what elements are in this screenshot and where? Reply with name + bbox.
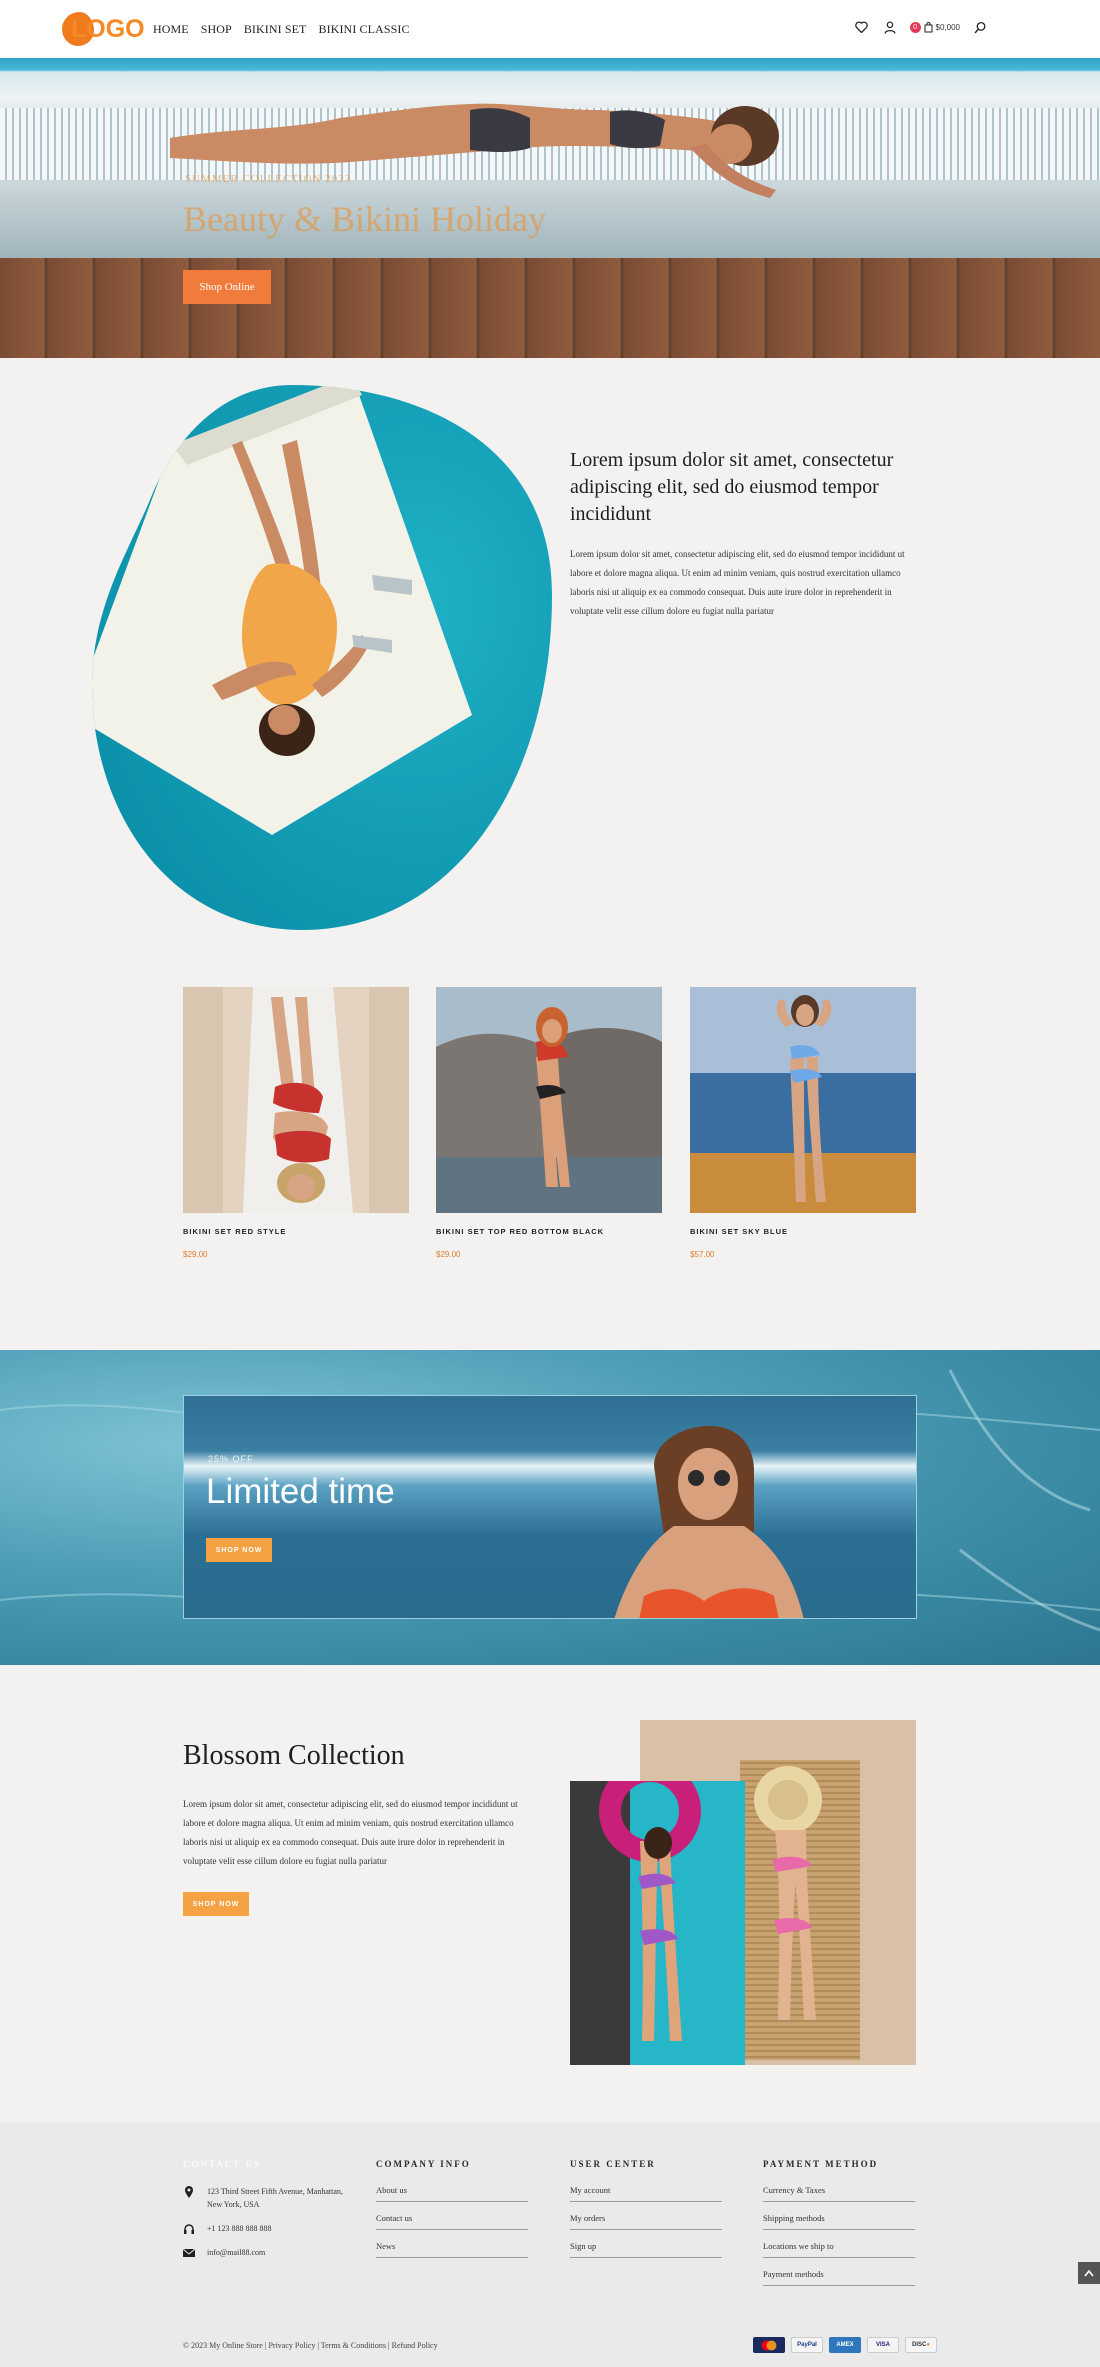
- promo-woman-image: [614, 1426, 804, 1618]
- intro-body: Lorem ipsum dolor sit amet, consectetur …: [570, 549, 905, 616]
- product-price: $29.00: [436, 1250, 461, 1259]
- promo-banner: 25% OFF Limited time SHOP NOW: [0, 1350, 1100, 1665]
- hero-subtitle: SUMMER COLLECTION 2023: [185, 173, 352, 185]
- footer-link-sign-up[interactable]: Sign up: [570, 2241, 722, 2258]
- footer-user-center-column: USER CENTER My account My orders Sign up: [570, 2159, 722, 2269]
- visa-icon: VISA: [867, 2337, 899, 2353]
- footer-link-contact-us[interactable]: Contact us: [376, 2213, 528, 2230]
- product-image[interactable]: [436, 987, 662, 1213]
- footer-link-shipping-methods[interactable]: Shipping methods: [763, 2213, 915, 2230]
- footer-company-column: COMPANY INFO About us Contact us News: [376, 2159, 528, 2269]
- blossom-body: Lorem ipsum dolor sit amet, consectetur …: [183, 1799, 518, 1866]
- location-pin-icon: [185, 2186, 193, 2198]
- product-price: $57.00: [690, 1250, 715, 1259]
- footer-payment-column: PAYMENT METHOD Currency & Taxes Shipping…: [763, 2159, 915, 2297]
- footer-user-center-heading: USER CENTER: [570, 2159, 656, 2169]
- nav-bikini-set[interactable]: BIKINI SET: [244, 22, 307, 37]
- hero-banner: SUMMER COLLECTION 2023 Beauty & Bikini H…: [0, 58, 1100, 358]
- blossom-pool-float-image: [570, 1781, 745, 2065]
- copyright-text: © 2023 My Online Store | Privacy Policy …: [183, 2341, 438, 2350]
- footer-contact-column: CONTACT US 123 Third Street Fifth Avenue…: [183, 2159, 347, 2270]
- promo-shop-now-button[interactable]: SHOP NOW: [206, 1538, 272, 1562]
- nav-bikini-classic[interactable]: BIKINI CLASSIC: [319, 22, 410, 37]
- site-logo[interactable]: LOGO: [62, 12, 145, 46]
- main-nav: HOME SHOP BIKINI SET BIKINI CLASSIC: [153, 22, 410, 37]
- mastercard-icon: [753, 2337, 785, 2353]
- chevron-up-icon: [1084, 2269, 1094, 2277]
- footer-company-heading: COMPANY INFO: [376, 2159, 471, 2169]
- cart-total: $0,000: [935, 22, 960, 32]
- product-card[interactable]: BIKINI SET TOP RED BOTTOM BLACK $29.00: [436, 987, 662, 1259]
- shop-online-button[interactable]: Shop Online: [183, 270, 271, 304]
- site-header: LOGO HOME SHOP BIKINI SET BIKINI CLASSIC…: [0, 0, 1100, 58]
- product-name[interactable]: BIKINI SET SKY BLUE: [690, 1227, 916, 1236]
- contact-phone: +1 123 888 888 888: [183, 2222, 347, 2235]
- contact-email: info@mail88.com: [183, 2246, 347, 2259]
- hero-wood-deck: [0, 258, 1100, 358]
- search-icon[interactable]: [972, 19, 988, 35]
- hero-title: Beauty & Bikini Holiday: [183, 199, 546, 239]
- site-footer: CONTACT US 123 Third Street Fifth Avenue…: [0, 2123, 1100, 2367]
- cart-icon: [924, 21, 933, 32]
- intro-title: Lorem ipsum dolor sit amet, consectetur …: [570, 449, 894, 525]
- footer-link-payment-methods[interactable]: Payment methods: [763, 2269, 915, 2286]
- footer-contact-heading: CONTACT US: [183, 2159, 261, 2169]
- footer-link-my-orders[interactable]: My orders: [570, 2213, 722, 2230]
- footer-link-about-us[interactable]: About us: [376, 2185, 528, 2202]
- contact-email-text[interactable]: info@mail88.com: [207, 2246, 265, 2259]
- product-image[interactable]: [183, 987, 409, 1213]
- logo-text: LOGO: [71, 15, 145, 43]
- scroll-to-top-button[interactable]: [1078, 2262, 1100, 2284]
- product-card[interactable]: BIKINI SET SKY BLUE $57.00: [690, 987, 916, 1259]
- contact-address-text: 123 Third Street Fifth Avenue, Manhattan…: [207, 2187, 343, 2209]
- cart-count-badge: 0: [909, 21, 921, 33]
- product-name[interactable]: BIKINI SET RED STYLE: [183, 1227, 409, 1236]
- paypal-icon: PayPal: [791, 2337, 823, 2353]
- footer-link-my-account[interactable]: My account: [570, 2185, 722, 2202]
- contact-address: 123 Third Street Fifth Avenue, Manhattan…: [183, 2185, 347, 2211]
- nav-shop[interactable]: SHOP: [201, 22, 232, 37]
- discover-icon: DISC ●: [905, 2337, 937, 2353]
- header-actions: 0 $0,000: [854, 19, 988, 35]
- contact-phone-text[interactable]: +1 123 888 888 888: [207, 2222, 272, 2235]
- heart-icon[interactable]: [854, 19, 870, 35]
- envelope-icon: [183, 2248, 195, 2257]
- promo-discount: 25% OFF: [208, 1454, 254, 1464]
- blossom-shop-now-button[interactable]: SHOP NOW: [183, 1892, 249, 1916]
- amex-icon: AMEX: [829, 2337, 861, 2353]
- footer-link-locations[interactable]: Locations we ship to: [763, 2241, 915, 2258]
- intro-pool-image: [92, 385, 552, 930]
- footer-link-currency-taxes[interactable]: Currency & Taxes: [763, 2185, 915, 2202]
- payment-logos: PayPal AMEX VISA DISC ●: [753, 2337, 937, 2353]
- footer-link-news[interactable]: News: [376, 2241, 528, 2258]
- cart-button[interactable]: 0 $0,000: [909, 21, 960, 33]
- user-icon[interactable]: [882, 19, 898, 35]
- product-name[interactable]: BIKINI SET TOP RED BOTTOM BLACK: [436, 1227, 662, 1236]
- promo-title: Limited time: [206, 1472, 395, 1511]
- headset-icon: [184, 2224, 194, 2234]
- blossom-title: Blossom Collection: [183, 1740, 405, 1771]
- product-image[interactable]: [690, 987, 916, 1213]
- product-card[interactable]: BIKINI SET RED STYLE $29.00: [183, 987, 409, 1259]
- promo-card: 25% OFF Limited time SHOP NOW: [183, 1395, 917, 1619]
- product-price: $29.00: [183, 1250, 208, 1259]
- footer-payment-heading: PAYMENT METHOD: [763, 2159, 879, 2169]
- nav-home[interactable]: HOME: [153, 22, 189, 37]
